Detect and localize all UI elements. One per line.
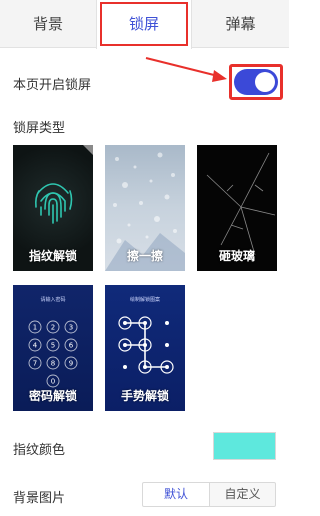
background-default-button[interactable]: 默认 — [142, 482, 210, 507]
toggle-knob — [255, 72, 275, 92]
lock-type-caption: 手势解锁 — [120, 389, 169, 403]
lock-type-wipe[interactable]: 擦一擦 — [105, 145, 185, 271]
lock-type-label: 锁屏类型 — [13, 121, 66, 136]
pin-key: 0 — [51, 378, 55, 386]
lock-type-fingerprint[interactable]: 指纹解锁 — [13, 145, 93, 271]
lock-type-caption: 指纹解锁 — [28, 249, 77, 263]
fingerprint-color-label: 指纹颜色 — [13, 443, 66, 458]
tab-bar: 背景 锁屏 弹幕 — [0, 0, 289, 49]
lock-type-caption: 密码解锁 — [28, 389, 77, 403]
pin-key: 9 — [69, 360, 73, 368]
pin-key: 2 — [51, 324, 55, 332]
pin-key: 1 — [33, 324, 37, 332]
lock-toggle-label: 本页开启锁屏 — [13, 78, 92, 93]
pin-key: 4 — [33, 342, 38, 350]
background-custom-button[interactable]: 自定义 — [210, 482, 276, 507]
pin-key: 6 — [69, 342, 74, 350]
pin-key: 7 — [33, 360, 37, 368]
background-image-label: 背景图片 — [13, 491, 66, 506]
pin-key: 3 — [69, 324, 73, 332]
lock-type-pattern[interactable]: 绘制解锁图案 手势解锁 — [105, 285, 185, 411]
tab-danmaku[interactable]: 弹幕 — [192, 0, 289, 48]
lock-type-caption: 砸玻璃 — [218, 249, 255, 263]
tab-background[interactable]: 背景 — [0, 0, 96, 48]
pin-key: 5 — [51, 342, 55, 350]
fingerprint-color-picker[interactable] — [213, 432, 276, 460]
selected-corner-marker — [83, 145, 93, 155]
pin-key: 8 — [51, 360, 55, 368]
lock-type-caption: 擦一擦 — [126, 249, 163, 263]
lock-type-break-glass[interactable]: 砸玻璃 — [197, 145, 277, 271]
tab-lockscreen[interactable]: 锁屏 — [96, 0, 192, 49]
lock-toggle-switch[interactable] — [234, 69, 278, 95]
lock-type-pin[interactable]: 请输入密码 1 2 3 4 5 6 7 8 9 0 密码解锁 — [13, 285, 93, 411]
